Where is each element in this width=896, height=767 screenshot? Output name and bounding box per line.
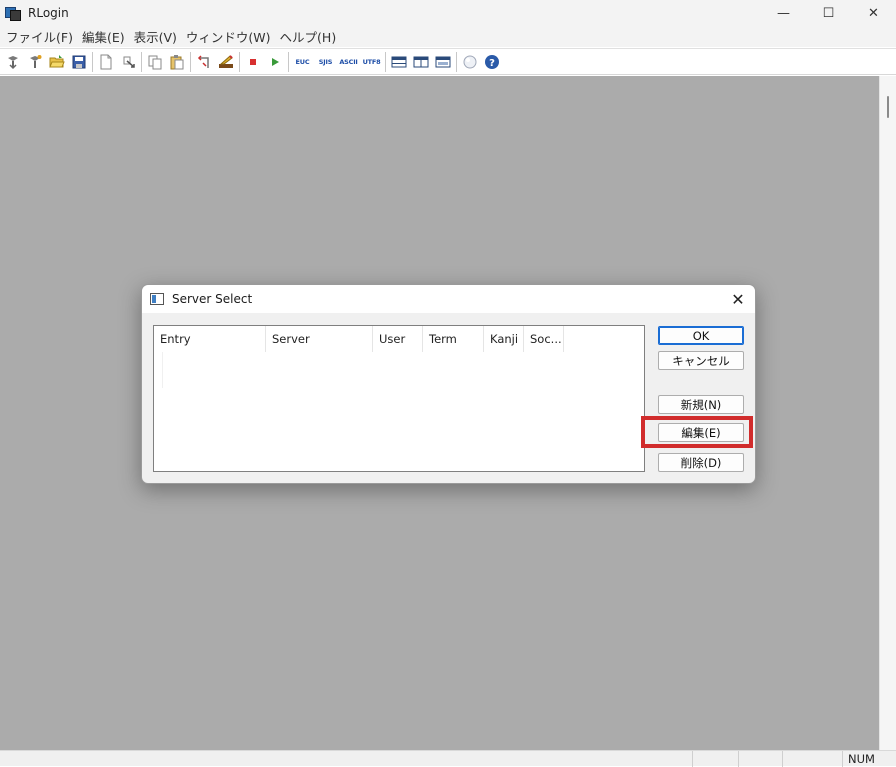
copy-icon bbox=[148, 55, 162, 69]
encoding-euc-label: EUC bbox=[295, 57, 310, 66]
toolbar-separator bbox=[385, 51, 386, 72]
toolbar-separator bbox=[288, 51, 289, 72]
cancel-button[interactable]: キャンセル bbox=[658, 351, 744, 370]
menu-edit[interactable]: 編集(E) bbox=[80, 27, 132, 46]
status-cell bbox=[842, 751, 843, 767]
toolbar-separator bbox=[456, 51, 457, 72]
status-cell bbox=[738, 751, 739, 767]
encoding-ascii-label: ASCII bbox=[339, 57, 358, 66]
close-icon: ✕ bbox=[731, 289, 745, 309]
highlight-box bbox=[641, 416, 753, 448]
help-icon: ? bbox=[485, 54, 499, 69]
ok-button[interactable]: OK bbox=[658, 326, 744, 345]
column-header-socket[interactable]: Soc... bbox=[524, 326, 564, 352]
reconnect-button[interactable] bbox=[24, 51, 46, 73]
window-controls: — ☐ ✕ bbox=[761, 0, 896, 26]
save-button[interactable] bbox=[68, 51, 90, 73]
menu-view[interactable]: 表示(V) bbox=[132, 27, 184, 46]
status-cell bbox=[692, 751, 693, 767]
open-button[interactable] bbox=[46, 51, 68, 73]
toolbar-separator bbox=[190, 51, 191, 72]
menu-bar: ファイル(F) 編集(E) 表示(V) ウィンドウ(W) ヘルプ(H) bbox=[0, 26, 896, 47]
column-header-user[interactable]: User bbox=[373, 326, 423, 352]
play-icon bbox=[272, 57, 279, 66]
svg-text:?: ? bbox=[489, 58, 495, 69]
window-columns-icon bbox=[413, 56, 429, 67]
toolbar-separator bbox=[92, 51, 93, 72]
maximize-icon: ☐ bbox=[822, 5, 835, 21]
encoding-sjis-button[interactable]: SJIS bbox=[314, 51, 337, 73]
stop-icon bbox=[250, 58, 256, 65]
window-single-button[interactable] bbox=[432, 51, 454, 73]
close-icon: ✕ bbox=[868, 5, 879, 21]
scrollbar-thumb[interactable] bbox=[887, 96, 889, 118]
menu-file[interactable]: ファイル(F) bbox=[4, 27, 80, 46]
menu-help[interactable]: ヘルプ(H) bbox=[278, 27, 344, 46]
new-entry-button[interactable]: 新規(N) bbox=[658, 395, 744, 414]
edit-icon bbox=[219, 54, 233, 68]
window-single-icon bbox=[435, 56, 451, 67]
reconnect-icon bbox=[30, 54, 42, 68]
connect-button[interactable] bbox=[2, 51, 24, 73]
menu-window[interactable]: ウィンドウ(W) bbox=[184, 27, 278, 46]
stop-button[interactable] bbox=[242, 51, 264, 73]
window-columns-button[interactable] bbox=[410, 51, 432, 73]
status-bar: NUM bbox=[0, 750, 896, 767]
dialog-window-icon bbox=[150, 293, 164, 305]
maximize-button[interactable]: ☐ bbox=[806, 0, 851, 26]
column-header-term[interactable]: Term bbox=[423, 326, 484, 352]
encoding-sjis-label: SJIS bbox=[318, 57, 333, 66]
close-button[interactable]: ✕ bbox=[851, 0, 896, 26]
edit-button[interactable] bbox=[215, 51, 237, 73]
new-document-button[interactable] bbox=[95, 51, 117, 73]
encoding-ascii-button[interactable]: ASCII bbox=[337, 51, 360, 73]
paste-button[interactable] bbox=[166, 51, 188, 73]
dialog-title: Server Select bbox=[172, 292, 253, 306]
help-button[interactable]: ? bbox=[481, 51, 503, 73]
connect-icon bbox=[8, 55, 18, 69]
column-header-server[interactable]: Server bbox=[266, 326, 373, 352]
open-folder-icon bbox=[49, 54, 65, 67]
server-select-dialog: Server Select ✕ Entry Server User Term K… bbox=[141, 284, 756, 484]
toolbar-separator bbox=[141, 51, 142, 72]
server-list-header: Entry Server User Term Kanji Soc... bbox=[154, 326, 564, 352]
copy-button[interactable] bbox=[144, 51, 166, 73]
dialog-title-bar: Server Select ✕ bbox=[142, 285, 755, 313]
column-header-entry[interactable]: Entry bbox=[154, 326, 266, 352]
minimize-icon: — bbox=[777, 5, 790, 21]
toolbar: EUC SJIS ASCII UTF8 ? bbox=[0, 48, 896, 75]
encoding-utf8-label: UTF8 bbox=[362, 57, 381, 66]
undo-icon bbox=[197, 54, 209, 68]
window-title: RLogin bbox=[28, 6, 69, 20]
encoding-utf8-button[interactable]: UTF8 bbox=[360, 51, 383, 73]
rlogin-app-icon bbox=[5, 5, 21, 21]
vertical-scrollbar[interactable] bbox=[879, 76, 896, 750]
undo-button[interactable] bbox=[193, 51, 215, 73]
server-list[interactable]: Entry Server User Term Kanji Soc... bbox=[153, 325, 645, 472]
sphere-icon bbox=[463, 55, 477, 68]
minimize-button[interactable]: — bbox=[761, 0, 806, 26]
transfer-icon bbox=[123, 56, 135, 68]
new-document-icon bbox=[100, 54, 112, 69]
transfer-button[interactable] bbox=[117, 51, 139, 73]
num-lock-indicator: NUM bbox=[848, 752, 875, 766]
window-split-button[interactable] bbox=[388, 51, 410, 73]
paste-icon bbox=[170, 54, 184, 69]
encoding-euc-button[interactable]: EUC bbox=[291, 51, 314, 73]
delete-entry-button[interactable]: 削除(D) bbox=[658, 453, 744, 472]
save-icon bbox=[72, 55, 86, 68]
column-header-kanji[interactable]: Kanji bbox=[484, 326, 524, 352]
title-bar: RLogin — ☐ ✕ bbox=[0, 0, 896, 26]
status-cell bbox=[782, 751, 783, 767]
dialog-close-button[interactable]: ✕ bbox=[727, 288, 749, 310]
sphere-button[interactable] bbox=[459, 51, 481, 73]
list-empty-row bbox=[154, 352, 163, 388]
play-button[interactable] bbox=[264, 51, 286, 73]
toolbar-separator bbox=[239, 51, 240, 72]
window-split-icon bbox=[391, 56, 407, 67]
